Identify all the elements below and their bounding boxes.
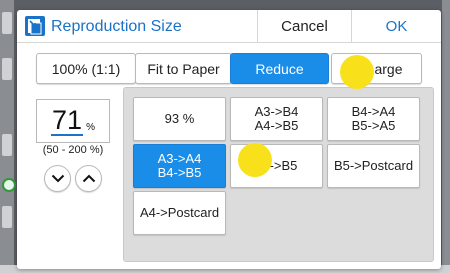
ok-button[interactable]: OK xyxy=(351,10,441,43)
cancel-button[interactable]: Cancel xyxy=(257,10,351,43)
reduce-button[interactable]: Reduce xyxy=(230,53,329,84)
preset-label: A4->Postcard xyxy=(139,205,220,220)
check-icon xyxy=(2,178,16,192)
preset-b4-a4-button[interactable]: B4->A4 B5->A5 xyxy=(327,97,420,141)
zoom-input[interactable]: 71 % xyxy=(36,99,110,143)
background-tab xyxy=(2,58,12,80)
chevron-up-icon xyxy=(82,174,95,183)
zoom-increase-button[interactable] xyxy=(75,165,102,192)
preset-label: B4->A4 xyxy=(351,104,396,119)
preset-93-percent-button[interactable]: 93 % xyxy=(133,97,226,141)
zoom-unit: % xyxy=(86,122,95,133)
fit-to-paper-button[interactable]: Fit to Paper xyxy=(135,53,232,84)
dialog-header: Reproduction Size Cancel OK xyxy=(17,10,441,43)
preset-label: B5->A5 xyxy=(351,118,396,133)
preset-panel: 93 % A3->B4 A4->B5 B4->A4 B5->A5 A3->A4 … xyxy=(123,87,434,262)
actual-size-button[interactable]: 100% (1:1) xyxy=(36,53,136,84)
zoom-value: 71 xyxy=(51,105,84,136)
background-sidebar xyxy=(0,0,14,273)
preset-a3-a4-button[interactable]: A3->A4 B4->B5 xyxy=(133,144,226,188)
preset-b5-postcard-button[interactable]: B5->Postcard xyxy=(327,144,420,188)
chevron-down-icon xyxy=(51,174,64,183)
background-tab xyxy=(2,12,12,34)
touch-indicator xyxy=(238,143,272,177)
preset-a3-b4-button[interactable]: A3->B4 A4->B5 xyxy=(230,97,323,141)
reproduction-size-dialog: Reproduction Size Cancel OK 100% (1:1) F… xyxy=(17,10,441,269)
reproduction-size-icon xyxy=(25,16,45,36)
preset-label: A4->B5 xyxy=(254,118,299,133)
background-tab xyxy=(2,134,12,156)
preset-a4-postcard-button[interactable]: A4->Postcard xyxy=(133,191,226,235)
dialog-title: Reproduction Size xyxy=(51,18,182,35)
preset-label: A3->A4 xyxy=(157,151,202,166)
touch-indicator xyxy=(340,55,374,89)
zoom-range-label: (50 - 200 %) xyxy=(42,144,104,156)
background-right-edge xyxy=(442,0,450,273)
background-tab xyxy=(2,206,12,228)
preset-label: B5->Postcard xyxy=(333,158,414,173)
preset-label: 93 % xyxy=(164,111,195,126)
preset-label: A3->B4 xyxy=(254,104,299,119)
zoom-decrease-button[interactable] xyxy=(44,165,71,192)
preset-label: B4->B5 xyxy=(157,165,202,180)
